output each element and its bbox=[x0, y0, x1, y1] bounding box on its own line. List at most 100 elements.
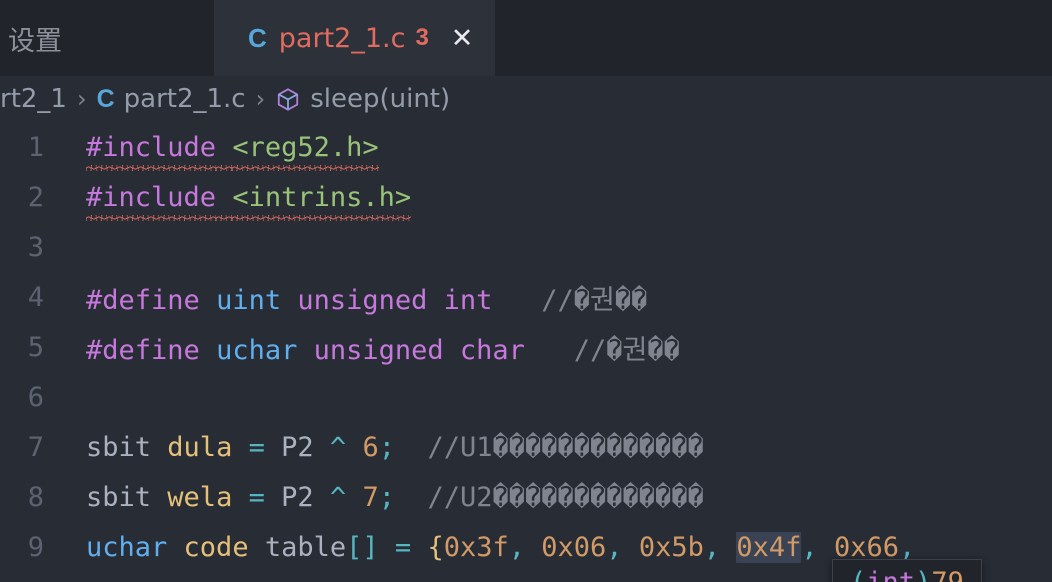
code-line[interactable]: 4 #define uint unsigned int //�권�� bbox=[0, 272, 1052, 322]
code-token: <reg52.h> bbox=[232, 131, 379, 163]
code-token: uchar bbox=[86, 531, 168, 563]
line-number: 4 bbox=[27, 281, 44, 313]
code-token: 0x3f bbox=[443, 531, 509, 563]
code-token: #define bbox=[86, 334, 200, 366]
code-token: <intrins.h> bbox=[232, 181, 412, 213]
code-token: , bbox=[801, 531, 818, 563]
close-icon[interactable]: ✕ bbox=[451, 24, 474, 52]
code-token: 0x06 bbox=[541, 531, 607, 563]
code-token: wela bbox=[167, 481, 233, 513]
line-number: 5 bbox=[27, 331, 44, 363]
breadcrumb-separator-icon: › bbox=[76, 85, 87, 113]
line-number: 8 bbox=[27, 481, 44, 513]
code-token bbox=[216, 132, 232, 163]
code-text[interactable]: sbit wela = P2 ^ 7; //U2������������� bbox=[56, 482, 704, 513]
highlighted-token: 0x4f bbox=[736, 531, 802, 563]
code-token: #define bbox=[86, 284, 200, 316]
breadcrumb-item-file[interactable]: C part2_1.c bbox=[97, 84, 246, 114]
code-token: table bbox=[264, 531, 347, 563]
code-token: ^ bbox=[329, 481, 347, 513]
code-lines-container: 1 #include <reg52.h> 2 #include <intrins.h>… bbox=[0, 122, 1052, 582]
breadcrumb: rt2_1 › C part2_1.c › sleep(uint) bbox=[0, 76, 1052, 122]
code-token: , bbox=[508, 531, 525, 563]
code-line[interactable]: 5 #define uchar unsigned char //�권�� bbox=[0, 322, 1052, 372]
code-token: sbit bbox=[86, 481, 152, 513]
code-token: [] bbox=[346, 531, 379, 563]
code-token: { bbox=[427, 531, 444, 563]
tooltip-open-paren: ( bbox=[850, 567, 866, 582]
tooltip-close-paren: ) bbox=[915, 567, 931, 582]
code-text[interactable]: #include <reg52.h> bbox=[56, 132, 379, 163]
code-token bbox=[216, 182, 232, 213]
code-line[interactable]: 6 bbox=[0, 372, 1052, 422]
code-text[interactable]: uchar code table[] = {0x3f, 0x06, 0x5b, … bbox=[56, 531, 915, 563]
code-editor[interactable]: 1 #include <reg52.h> 2 #include <intrins.h>… bbox=[0, 122, 1052, 582]
code-text[interactable]: #include <intrins.h> bbox=[56, 182, 411, 213]
breadcrumb-file-label: part2_1.c bbox=[123, 84, 246, 114]
code-token: //U2������������� bbox=[427, 481, 704, 513]
line-number: 3 bbox=[27, 231, 44, 263]
symbol-cube-icon bbox=[275, 86, 301, 113]
code-line[interactable]: 2 #include <intrins.h> bbox=[0, 172, 1052, 222]
editor-tab-bar: 设置 C part2_1.c 3 ✕ bbox=[0, 0, 1052, 76]
code-token: 0x66 bbox=[833, 531, 899, 563]
c-file-icon: C bbox=[96, 84, 115, 113]
line-number: 6 bbox=[27, 381, 44, 413]
line-number: 1 bbox=[27, 131, 44, 163]
code-token: //�권�� bbox=[541, 284, 648, 316]
code-token: ^ bbox=[329, 431, 347, 463]
tab-part2-1-c[interactable]: C part2_1.c 3 ✕ bbox=[214, 0, 496, 76]
code-text[interactable]: #define uint unsigned int //�권�� bbox=[56, 278, 647, 317]
code-token: code bbox=[183, 531, 249, 563]
code-token: P2 bbox=[281, 431, 314, 463]
code-token: 0x5b bbox=[638, 531, 704, 563]
code-token: uchar bbox=[216, 334, 298, 366]
tab-settings-label: 设置 bbox=[8, 25, 62, 57]
code-token: //U1������������� bbox=[427, 431, 704, 463]
code-token: #include bbox=[86, 131, 217, 163]
code-token: sbit bbox=[86, 431, 152, 463]
code-token: 7 bbox=[362, 481, 379, 513]
code-token: ; bbox=[378, 431, 395, 463]
code-line[interactable]: 8 sbit wela = P2 ^ 7; //U2������������� bbox=[0, 472, 1052, 522]
code-text[interactable]: #define uchar unsigned char //�권�� bbox=[56, 328, 680, 367]
breadcrumb-item-symbol[interactable]: sleep(uint) bbox=[275, 84, 450, 114]
tooltip-value: 79 bbox=[931, 567, 964, 582]
code-text[interactable]: sbit dula = P2 ^ 6; //U1������������� bbox=[56, 432, 704, 463]
code-line[interactable]: 7 sbit dula = P2 ^ 6; //U1������������� bbox=[0, 422, 1052, 472]
tab-settings[interactable]: 设置 bbox=[0, 0, 214, 76]
code-token: dula bbox=[167, 431, 233, 463]
breadcrumb-folder-label: rt2_1 bbox=[0, 84, 67, 114]
code-line[interactable]: 3 bbox=[0, 222, 1052, 272]
code-token: #include bbox=[86, 181, 217, 213]
code-line[interactable]: 1 #include <reg52.h> bbox=[0, 122, 1052, 172]
breadcrumb-item-folder[interactable]: rt2_1 bbox=[0, 84, 67, 114]
code-token: , bbox=[703, 531, 721, 563]
code-token: //�권�� bbox=[573, 334, 680, 366]
line-number: 2 bbox=[27, 181, 44, 213]
code-token: = bbox=[248, 431, 265, 463]
code-token: P2 bbox=[281, 481, 314, 513]
code-token: = bbox=[394, 531, 412, 563]
breadcrumb-symbol-label: sleep(uint) bbox=[310, 84, 451, 114]
